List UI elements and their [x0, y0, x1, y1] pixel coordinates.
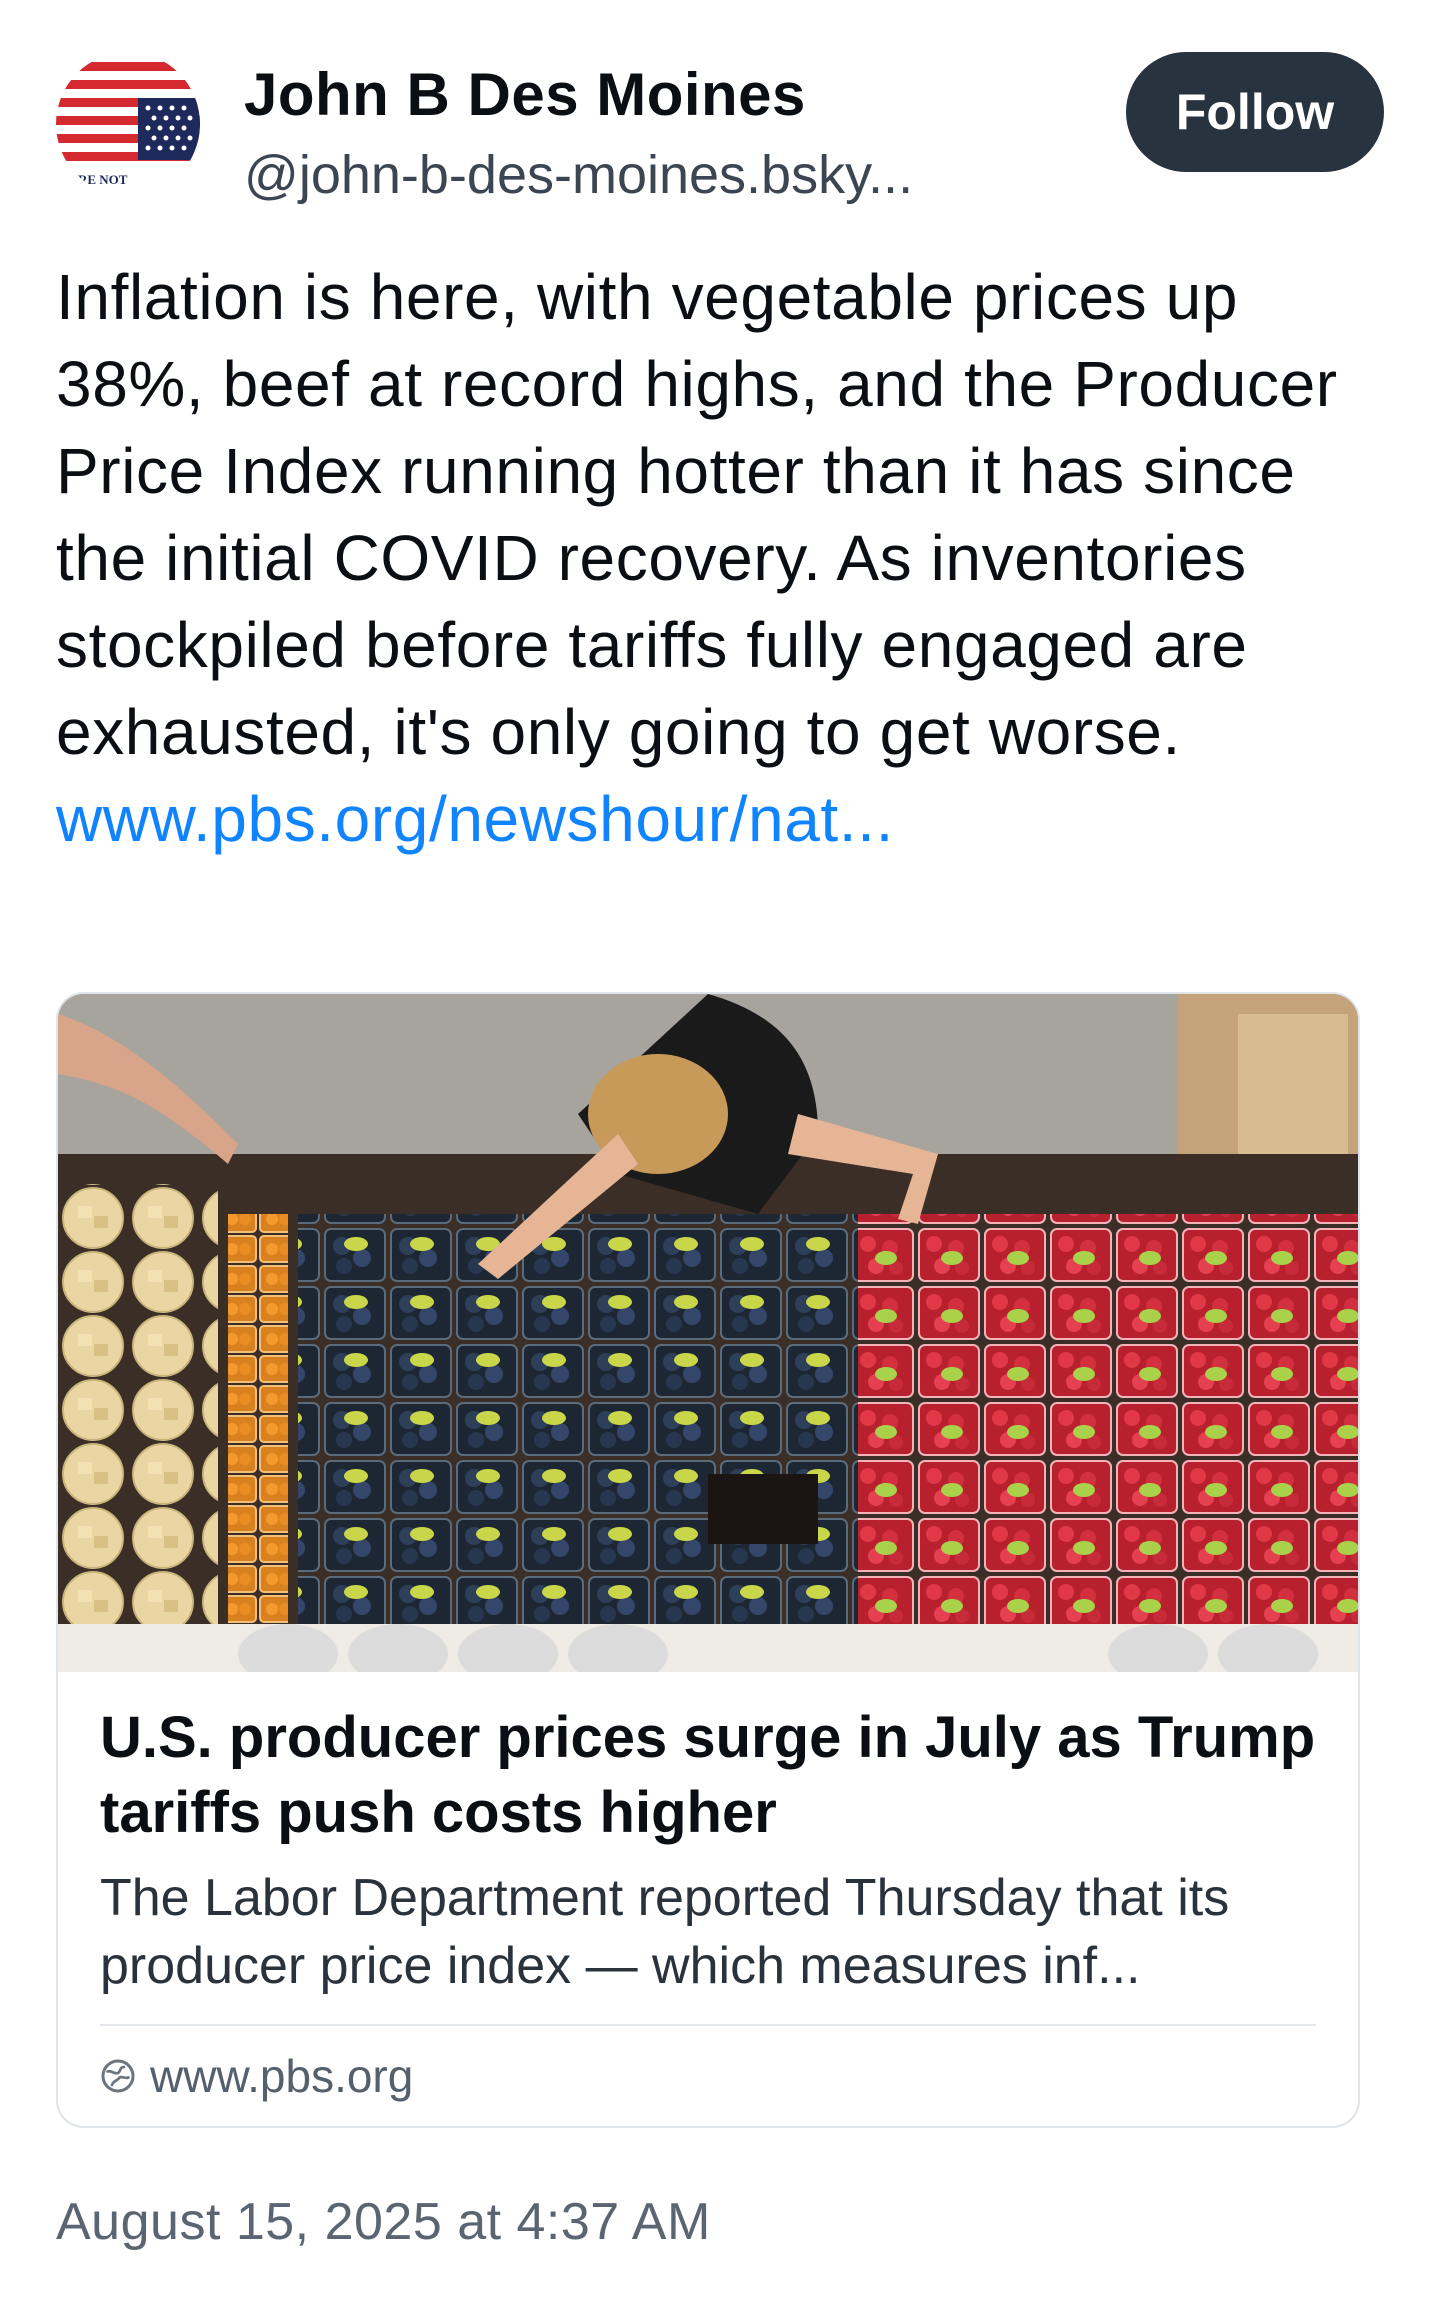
embed-title[interactable]: U.S. producer prices surge in July as Tr…	[100, 1700, 1320, 1850]
post-header: ARE NOT John B Des Moines @john-b-des-mo…	[56, 52, 1384, 205]
globe-icon	[101, 2059, 135, 2093]
link-preview-card[interactable]: U.S. producer prices surge in July as Tr…	[56, 992, 1360, 2128]
author-handle[interactable]: @john-b-des-moines.bsky...	[244, 144, 1124, 206]
embed-image[interactable]	[58, 994, 1358, 1672]
embed-description: The Labor Department reported Thursday t…	[100, 1869, 1230, 1995]
post-link[interactable]: www.pbs.org/newshour/nat...	[56, 783, 894, 855]
post-body: Inflation is here, with vegetable prices…	[56, 254, 1396, 863]
avatar-text: ARE NOT	[69, 172, 128, 187]
embed-domain: www.pbs.org	[150, 2050, 414, 2102]
follow-button[interactable]: Follow	[1126, 52, 1384, 172]
post-timestamp[interactable]: August 15, 2025 at 4:37 AM	[56, 2192, 711, 2252]
flag-avatar-icon: ARE NOT	[56, 52, 200, 196]
author-display-name[interactable]: John B Des Moines	[244, 60, 806, 129]
embed-domain-row: www.pbs.org	[100, 2040, 413, 2112]
embed-divider	[100, 2024, 1316, 2026]
avatar[interactable]: ARE NOT	[56, 52, 200, 196]
post-text: Inflation is here, with vegetable prices…	[56, 261, 1338, 768]
